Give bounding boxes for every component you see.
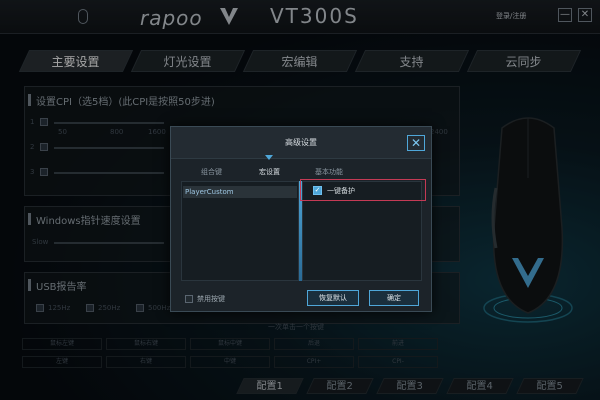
active-tab-marker bbox=[265, 155, 273, 160]
dialog-tab-basic-functions[interactable]: 基本功能 bbox=[315, 167, 343, 177]
ok-button[interactable]: 确定 bbox=[369, 290, 419, 306]
macro-list: PlayerCustom bbox=[181, 181, 299, 281]
dialog-tab-macro[interactable]: 宏设置 bbox=[259, 167, 280, 177]
function-label: 一键备护 bbox=[327, 187, 355, 195]
list-item[interactable]: PlayerCustom bbox=[183, 186, 297, 198]
dialog-close-button[interactable]: ✕ bbox=[407, 135, 425, 151]
dialog-title: 高级设置 bbox=[285, 138, 317, 147]
dialog-tab-combo-keys[interactable]: 组合键 bbox=[201, 167, 222, 177]
dialog-header: 高级设置 ✕ bbox=[171, 127, 431, 159]
function-checkbox[interactable]: ✓ bbox=[313, 186, 322, 195]
advanced-settings-dialog: 高级设置 ✕ 组合键 宏设置 基本功能 PlayerCustom ✓ 一键备护 … bbox=[170, 126, 432, 312]
restore-default-button[interactable]: 恢复默认 bbox=[307, 290, 359, 306]
app-window: rapoo VT300S 登录/注册 — ✕ 主要设置 灯光设置 宏编辑 支持 … bbox=[0, 0, 600, 400]
disable-key-checkbox[interactable] bbox=[185, 295, 193, 303]
disable-key-label: 禁用按键 bbox=[197, 295, 225, 303]
